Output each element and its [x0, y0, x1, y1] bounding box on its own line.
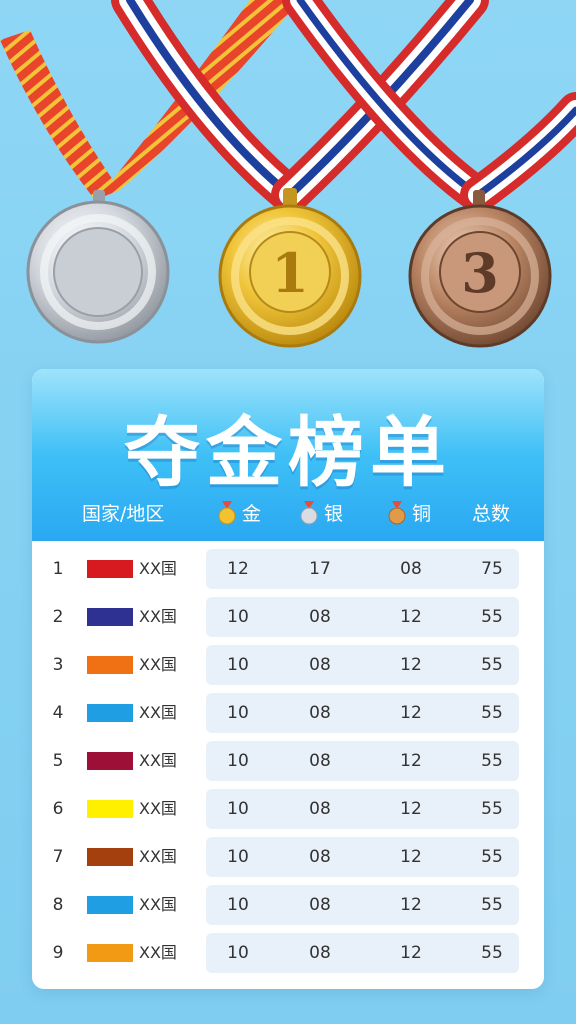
gold-count: 12	[227, 559, 249, 579]
total-count: 55	[481, 943, 503, 963]
row-rank: 9	[52, 943, 64, 963]
header-gold-label: 金	[242, 503, 262, 525]
country-name: XX国	[139, 703, 177, 722]
country-flag	[87, 896, 133, 914]
country-name: XX国	[139, 847, 177, 866]
bronze-medal: 3	[408, 190, 552, 348]
bronze-count: 12	[400, 655, 422, 675]
row-rank: 8	[52, 895, 64, 915]
gold-medal-icon	[218, 500, 236, 524]
silver-count: 08	[309, 607, 331, 627]
row-rank: 4	[52, 703, 64, 723]
country-flag	[87, 800, 133, 818]
gold-count: 10	[227, 607, 249, 627]
country-flag	[87, 848, 133, 866]
silver-medal-icon	[300, 500, 318, 524]
row-rank: 5	[52, 751, 64, 771]
gold-count: 10	[227, 751, 249, 771]
header-bronze: 铜	[388, 499, 431, 529]
table-row: 6 XX国 10 08 12 55	[32, 789, 544, 829]
table-row: 7 XX国 10 08 12 55	[32, 837, 544, 877]
total-count: 55	[481, 895, 503, 915]
gold-count: 10	[227, 655, 249, 675]
total-count: 75	[481, 559, 503, 579]
country-name: XX国	[139, 559, 177, 578]
total-count: 55	[481, 703, 503, 723]
silver-count: 08	[309, 799, 331, 819]
bronze-count: 12	[400, 607, 422, 627]
gold-count: 10	[227, 847, 249, 867]
gold-medal: 1	[218, 188, 362, 348]
bronze-count: 12	[400, 703, 422, 723]
header-total: 总数	[472, 503, 511, 525]
gold-count: 10	[227, 895, 249, 915]
bronze-count: 12	[400, 943, 422, 963]
bronze-count: 12	[400, 799, 422, 819]
table-row: 5 XX国 10 08 12 55	[32, 741, 544, 781]
total-count: 55	[481, 655, 503, 675]
bronze-count: 08	[400, 559, 422, 579]
medal-board-card: 夺金榜单 国家/地区 金 银 铜 总数 1 XX国 12 17 08 75 2 …	[32, 369, 544, 989]
row-rank: 1	[52, 559, 64, 579]
total-count: 55	[481, 607, 503, 627]
header-silver: 银	[300, 499, 343, 529]
bronze-medal-label: 3	[461, 241, 499, 305]
header-country: 国家/地区	[82, 503, 165, 525]
table-row: 2 XX国 10 08 12 55	[32, 597, 544, 637]
table-row: 3 XX国 10 08 12 55	[32, 645, 544, 685]
table-row: 8 XX国 10 08 12 55	[32, 885, 544, 925]
table-row: 1 XX国 12 17 08 75	[32, 549, 544, 589]
silver-count: 08	[309, 847, 331, 867]
country-name: XX国	[139, 655, 177, 674]
row-rank: 2	[52, 607, 64, 627]
ribbon-red-yellow	[0, 30, 120, 200]
country-name: XX国	[139, 607, 177, 626]
silver-count: 08	[309, 655, 331, 675]
silver-count: 08	[309, 943, 331, 963]
board-title: 夺金榜单	[124, 408, 452, 497]
country-flag	[87, 704, 133, 722]
country-name: XX国	[139, 943, 177, 962]
bronze-count: 12	[400, 751, 422, 771]
total-count: 55	[481, 847, 503, 867]
country-name: XX国	[139, 751, 177, 770]
bronze-count: 12	[400, 895, 422, 915]
ribbon-tricolor	[111, 0, 576, 214]
total-count: 55	[481, 751, 503, 771]
silver-count: 08	[309, 703, 331, 723]
country-name: XX国	[139, 799, 177, 818]
medals-photo: 1 3	[0, 0, 576, 370]
country-name: XX国	[139, 895, 177, 914]
header-gold: 金	[218, 499, 261, 529]
gold-count: 10	[227, 799, 249, 819]
country-flag	[87, 608, 133, 626]
silver-count: 17	[309, 559, 331, 579]
medals-illustration: 1 3	[0, 0, 576, 348]
header-bronze-label: 铜	[412, 503, 432, 525]
country-flag	[87, 752, 133, 770]
header-silver-label: 银	[324, 503, 344, 525]
country-flag	[87, 560, 133, 578]
table-row: 4 XX国 10 08 12 55	[32, 693, 544, 733]
country-flag	[87, 656, 133, 674]
gold-medal-label: 1	[271, 241, 309, 305]
row-rank: 7	[52, 847, 64, 867]
bronze-count: 12	[400, 847, 422, 867]
country-flag	[87, 944, 133, 962]
gold-count: 10	[227, 943, 249, 963]
total-count: 55	[481, 799, 503, 819]
silver-count: 08	[309, 895, 331, 915]
board-header: 夺金榜单 国家/地区 金 银 铜 总数	[32, 369, 544, 541]
silver-count: 08	[309, 751, 331, 771]
bronze-medal-icon	[388, 500, 406, 524]
row-rank: 6	[52, 799, 64, 819]
silver-medal	[26, 190, 170, 344]
gold-count: 10	[227, 703, 249, 723]
row-rank: 3	[52, 655, 64, 675]
table-row: 9 XX国 10 08 12 55	[32, 933, 544, 973]
